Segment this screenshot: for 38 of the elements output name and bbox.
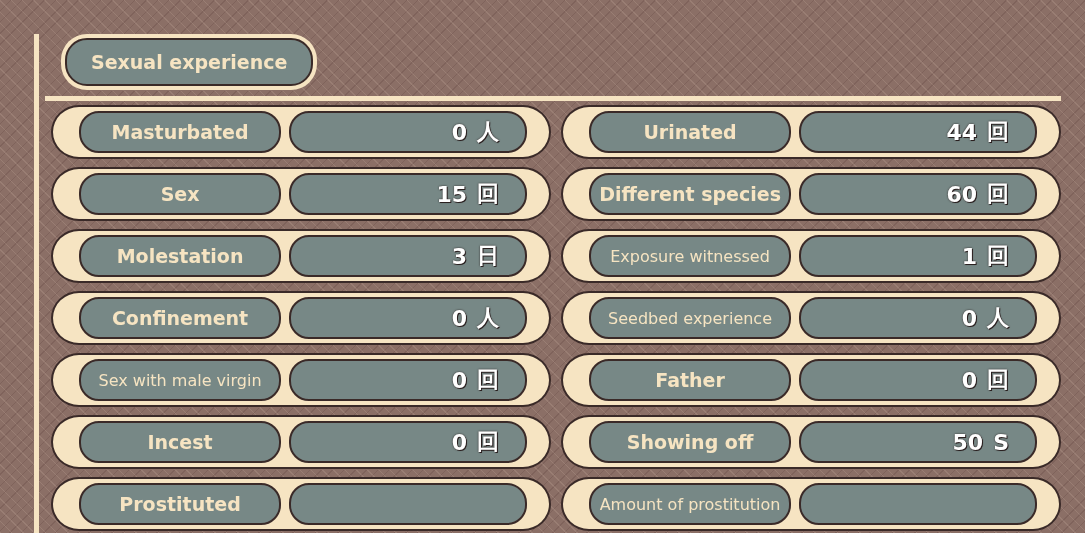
unit-label: 回 — [987, 366, 1009, 394]
stat-value: 0 — [451, 119, 467, 145]
stat-label: Urinated — [589, 111, 792, 153]
stat-value: 3 — [451, 243, 467, 269]
unit-label: S — [993, 429, 1009, 455]
stat-label: Sex with male virgin — [79, 359, 282, 401]
unit-label: 回 — [477, 180, 499, 208]
unit-label: 回 — [987, 180, 1009, 208]
unit-label: 日 — [477, 242, 499, 270]
unit-label: 人 — [477, 118, 499, 146]
stat-label: Confinement — [79, 297, 282, 339]
stat-label: Incest — [79, 421, 282, 463]
stat-label: Different species — [589, 173, 792, 215]
stat-value: 0 — [451, 429, 467, 455]
stat-label: Sex — [79, 173, 282, 215]
stat-label: Molestation — [79, 235, 282, 277]
stat-value: 60 — [946, 181, 977, 207]
stat-value: 1 — [961, 243, 977, 269]
stat-label: Father — [589, 359, 792, 401]
stat-value: 0 — [451, 367, 467, 393]
stat-label: Showing off — [589, 421, 792, 463]
unit-label: 回 — [987, 118, 1009, 146]
stat-value: 0 — [961, 367, 977, 393]
stat-value: 0 — [961, 305, 977, 331]
stat-value: 50 — [952, 429, 984, 455]
stat-label: Amount of prostitution — [589, 483, 792, 525]
unit-label: 回 — [477, 428, 499, 456]
unit-label: 人 — [477, 304, 499, 332]
unit-label: 回 — [987, 242, 1009, 270]
stat-value: 44 — [946, 119, 977, 145]
stat-label: Exposure witnessed — [589, 235, 792, 277]
unit-label: 回 — [477, 366, 499, 394]
unit-label: 人 — [987, 304, 1009, 332]
stat-label: Seedbed experience — [589, 297, 792, 339]
stat-label: Prostituted — [79, 483, 282, 525]
stat-value: 15 — [436, 181, 467, 207]
stat-value: 0 — [451, 305, 467, 331]
stat-label: Masturbated — [79, 111, 282, 153]
